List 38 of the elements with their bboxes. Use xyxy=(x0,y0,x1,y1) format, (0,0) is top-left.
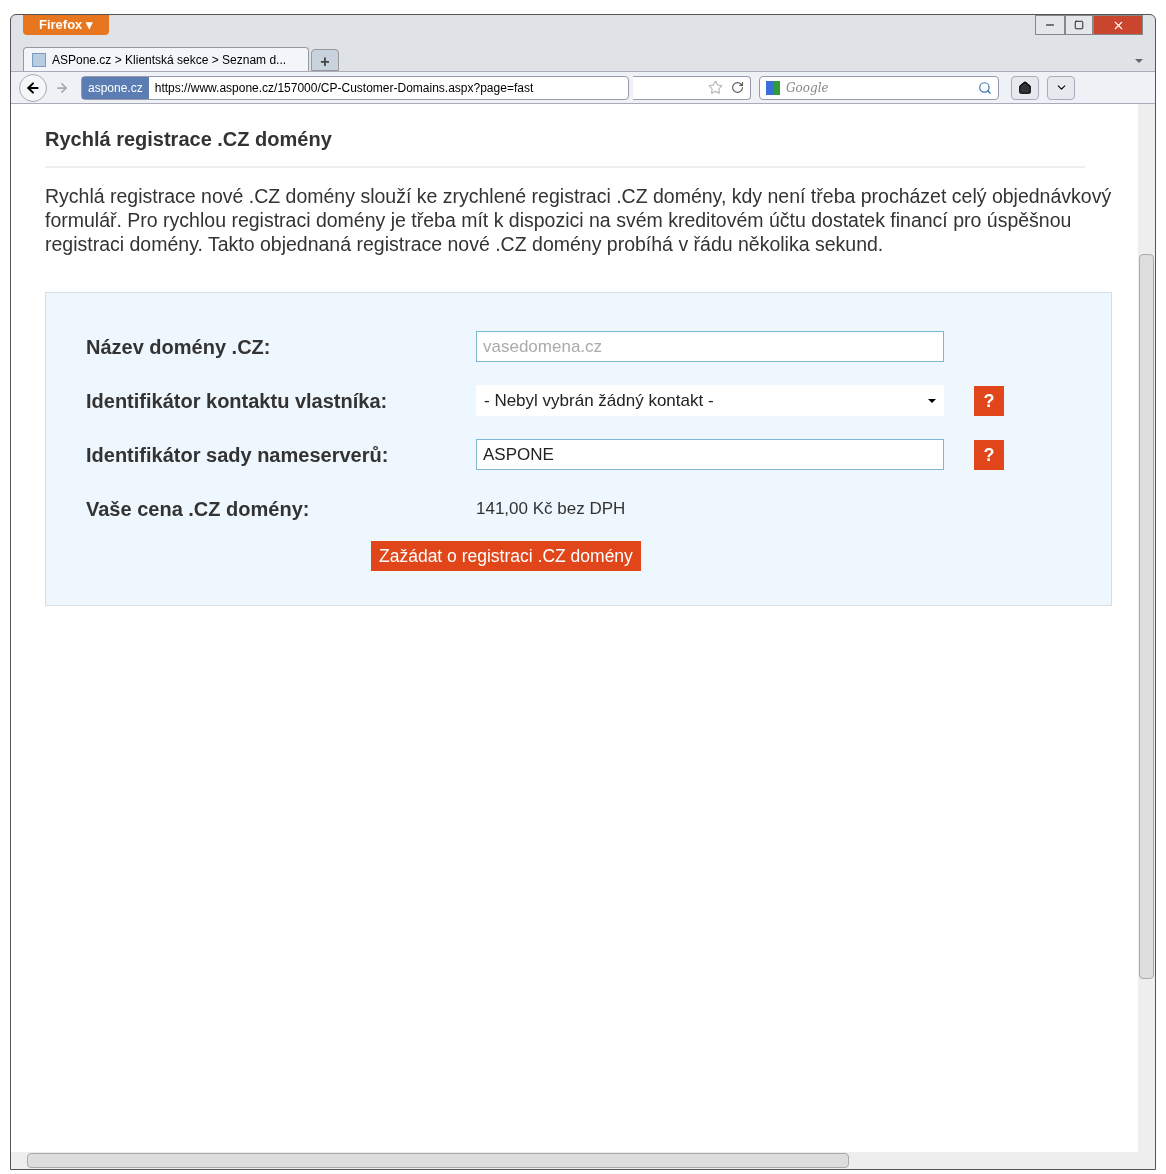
field-label: Identifikátor kontaktu vlastníka: xyxy=(86,388,389,414)
browser-tab[interactable]: ASPone.cz > Klientská sekce > Seznam d... xyxy=(23,47,309,71)
back-button[interactable] xyxy=(19,73,47,102)
submit-button[interactable]: Zažádat o registraci .CZ domény xyxy=(371,541,641,571)
field-label: Identifikátor sady nameserverů: xyxy=(86,442,390,468)
minimize-button[interactable] xyxy=(1035,15,1065,35)
field-label: Vaše cena .CZ domény: xyxy=(86,496,311,522)
field-label: Název domény .CZ: xyxy=(86,334,272,360)
page-heading: Rychlá registrace .CZ domény xyxy=(45,124,1085,168)
search-bar[interactable]: Google xyxy=(759,75,999,100)
home-button[interactable] xyxy=(1011,75,1039,100)
help-button[interactable]: ? xyxy=(974,385,1004,416)
url-text: https://www.aspone.cz/157000/CP-Customer-Domains.aspx?page=fast xyxy=(154,79,534,97)
horizontal-scrollbar[interactable] xyxy=(11,1152,1138,1169)
site-identity-badge[interactable]: aspone.cz xyxy=(82,76,149,99)
maximize-button[interactable] xyxy=(1065,15,1093,35)
bookmark-star-icon[interactable] xyxy=(708,80,723,95)
search-icon[interactable] xyxy=(978,80,992,95)
new-tab-button[interactable]: + xyxy=(311,49,339,71)
firefox-menu-button[interactable]: Firefox ▾ xyxy=(23,15,109,35)
tab-list-icon[interactable] xyxy=(1135,59,1143,63)
home-icon xyxy=(1018,80,1032,95)
intro-paragraph: Rychlá registrace nové .CZ domény slouží ke zrychlené registraci .CZ domény, kdy není třeba procházet celý objednávkový formulář. Pro rychlou registraci domény je třeba mít k dispozici na svém kreditovém účtu dostatek financí pro úspěšnou registraci domény. Takto objednaná registrace nové .CZ domény probíhá v řádu několika sekund. xyxy=(45,184,1113,256)
site-favicon-icon xyxy=(32,52,46,67)
help-button[interactable]: ? xyxy=(974,439,1004,470)
forward-arrow-icon xyxy=(55,80,69,95)
select-dropdown[interactable]: - Nebyl vybrán žádný kontakt - xyxy=(476,385,944,416)
reload-icon[interactable] xyxy=(731,81,744,94)
dropdown-arrow-icon xyxy=(928,398,936,403)
text-field[interactable]: ASPONE xyxy=(476,439,944,470)
search-placeholder: Google xyxy=(786,79,830,97)
price-value: 141,00 Kč bez DPH xyxy=(476,497,626,520)
text-field[interactable]: vasedomena.cz xyxy=(476,331,944,362)
vertical-scrollbar[interactable] xyxy=(1138,104,1155,1169)
search-engine-icon[interactable] xyxy=(766,80,780,95)
address-bar[interactable]: aspone.cz https://www.aspone.cz/157000/CP-Customer-Domains.aspx?page=fast xyxy=(81,75,629,100)
maximize-icon xyxy=(1074,20,1084,30)
tab-title: ASPone.cz > Klientská sekce > Seznam d... xyxy=(52,51,287,69)
